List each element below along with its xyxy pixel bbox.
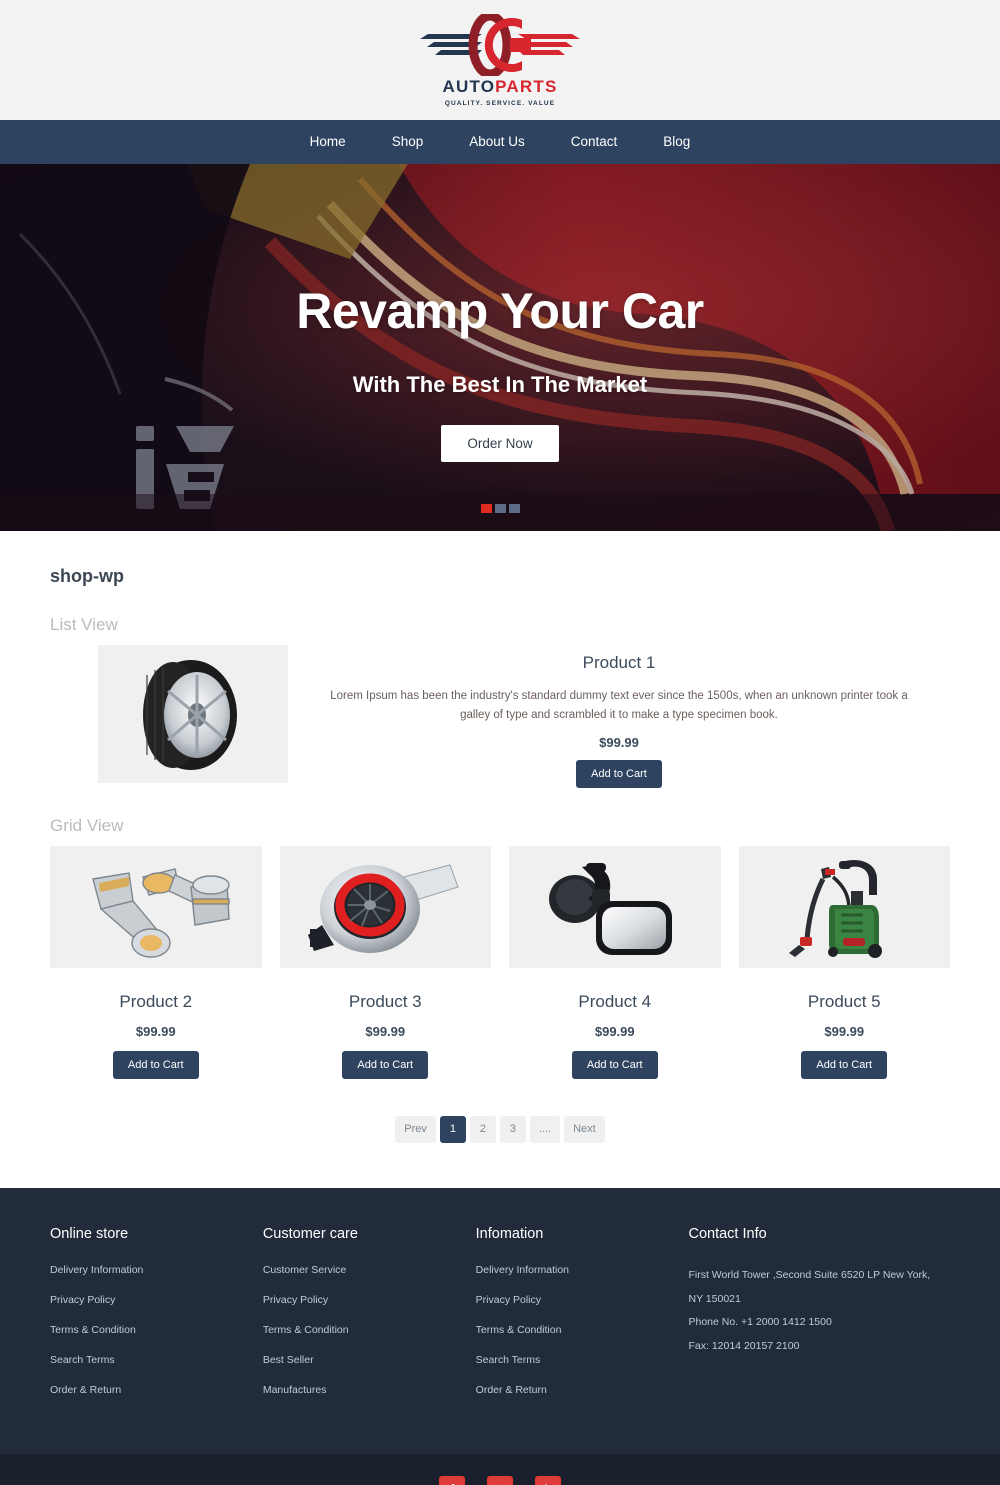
product-card: Product 5 $99.99 Add to Cart xyxy=(738,845,950,1079)
logo-title: AUTOPARTS xyxy=(442,77,557,97)
footer-link[interactable]: Privacy Policy xyxy=(263,1294,458,1306)
list-view-label: List View xyxy=(50,615,118,634)
product-description: Lorem Ipsum has been the industry's stan… xyxy=(330,690,908,721)
footer-column-title: Infomation xyxy=(475,1225,544,1242)
add-to-cart-button[interactable]: Add to Cart xyxy=(801,1050,888,1079)
auto-parts-wings-tire-logo-icon xyxy=(420,13,580,76)
page-title: shop-wp xyxy=(50,566,124,586)
footer-link[interactable]: Best Seller xyxy=(263,1354,458,1366)
footer-column-contact-info: Contact Info First World Tower ,Second S… xyxy=(688,1226,950,1414)
footer-link[interactable]: Manufactures xyxy=(263,1384,458,1396)
shop-main: shop-wp List View Product 1 Lorem Ipsum … xyxy=(0,531,1000,1188)
bottom-bar: WordPress Theme Designed With TemplateTo… xyxy=(0,1453,1000,1485)
footer-link[interactable]: Search Terms xyxy=(50,1354,245,1366)
contact-address: First World Tower ,Second Suite 6520 LP … xyxy=(688,1268,931,1305)
product-price: $99.99 xyxy=(599,734,639,750)
alloy-wheel-tyre-icon xyxy=(143,660,237,770)
contact-phone: Phone No. +1 2000 1412 1500 xyxy=(688,1316,832,1329)
pagination-page-3[interactable]: 3 xyxy=(499,1115,526,1143)
social-links xyxy=(0,1475,1000,1485)
add-to-cart-button[interactable]: Add to Cart xyxy=(342,1050,429,1079)
footer-link[interactable]: Privacy Policy xyxy=(476,1294,671,1306)
product-name: Product 2 xyxy=(119,991,193,1011)
product-price: $99.99 xyxy=(135,1023,176,1039)
product-image-4[interactable] xyxy=(509,845,721,968)
nav-item-home[interactable]: Home xyxy=(287,120,369,164)
twitter-icon[interactable] xyxy=(487,1475,513,1485)
product-card: Product 3 $99.99 Add to Cart xyxy=(279,845,491,1079)
footer-column-customer-care: Customer care Customer Service Privacy P… xyxy=(263,1226,476,1414)
hero-dot-2[interactable] xyxy=(494,504,506,513)
pagination: Prev 1 2 3 .... Next xyxy=(50,1115,950,1188)
hero-dot-3[interactable] xyxy=(508,504,520,513)
nav-item-shop[interactable]: Shop xyxy=(369,120,447,164)
pagination-next[interactable]: Next xyxy=(564,1115,605,1143)
footer-column-title: Customer care xyxy=(262,1225,358,1242)
blind-spot-mirror-icon xyxy=(548,862,672,955)
product-price: $99.99 xyxy=(824,1023,865,1039)
add-to-cart-button[interactable]: Add to Cart xyxy=(112,1050,199,1079)
hero-slider-dots xyxy=(0,504,1000,513)
pagination-prev[interactable]: Prev xyxy=(395,1115,436,1143)
footer-link[interactable]: Customer Service xyxy=(263,1264,458,1276)
product-image-3[interactable] xyxy=(279,845,491,968)
footer-column-title: Contact Info xyxy=(688,1225,767,1242)
site-footer: Online store Delivery Information Privac… xyxy=(0,1187,1000,1454)
piston-connecting-rods-icon xyxy=(91,868,230,958)
contact-fax: Fax: 12014 20157 2100 xyxy=(688,1339,800,1352)
turbocharger-icon xyxy=(308,864,459,953)
product-name: Product 4 xyxy=(578,991,652,1011)
footer-link[interactable]: Order & Return xyxy=(476,1384,671,1396)
grid-view-label: Grid View xyxy=(50,815,124,835)
product-price: $99.99 xyxy=(594,1023,635,1039)
pressure-washer-icon xyxy=(789,859,883,958)
product-name: Product 5 xyxy=(807,991,881,1011)
footer-link[interactable]: Terms & Condition xyxy=(50,1324,245,1336)
main-navigation: Home Shop About Us Contact Blog xyxy=(0,120,1000,164)
hero-subtitle: With The Best In The Market xyxy=(352,372,648,397)
footer-column-title: Online store xyxy=(50,1225,129,1242)
nav-item-contact[interactable]: Contact xyxy=(548,120,641,164)
pagination-page-1[interactable]: 1 xyxy=(439,1115,466,1143)
hero-dot-1[interactable] xyxy=(480,504,492,513)
footer-link[interactable]: Terms & Condition xyxy=(476,1324,671,1336)
site-logo[interactable]: AUTOPARTS QUALITY. SERVICE. VALUE xyxy=(410,13,590,107)
product-price: $99.99 xyxy=(365,1023,406,1039)
site-header: AUTOPARTS QUALITY. SERVICE. VALUE xyxy=(0,0,1000,120)
add-to-cart-button[interactable]: Add to Cart xyxy=(571,1050,658,1079)
footer-link[interactable]: Delivery Information xyxy=(50,1264,245,1276)
footer-link[interactable]: Order & Return xyxy=(50,1384,245,1396)
nav-item-about-us[interactable]: About Us xyxy=(446,120,548,164)
product-list-row: Product 1 Lorem Ipsum has been the indus… xyxy=(50,645,950,788)
footer-column-online-store: Online store Delivery Information Privac… xyxy=(50,1226,263,1414)
footer-link[interactable]: Privacy Policy xyxy=(50,1294,245,1306)
pagination-ellipsis[interactable]: .... xyxy=(529,1115,561,1143)
hero-title: Revamp Your Car xyxy=(296,283,704,339)
footer-link[interactable]: Terms & Condition xyxy=(263,1324,458,1336)
facebook-icon[interactable] xyxy=(439,1475,465,1485)
order-now-button[interactable]: Order Now xyxy=(441,425,559,462)
footer-link[interactable]: Delivery Information xyxy=(476,1264,671,1276)
product-name: Product 3 xyxy=(348,991,422,1011)
product-card: Product 2 $99.99 Add to Cart xyxy=(50,845,262,1079)
product-name: Product 1 xyxy=(582,653,656,672)
linkedin-icon[interactable] xyxy=(535,1475,561,1485)
hero-slider: Revamp Your Car With The Best In The Mar… xyxy=(0,164,1000,531)
product-image-1[interactable] xyxy=(98,645,288,783)
logo-title-parts: PARTS xyxy=(495,76,558,96)
logo-tagline: QUALITY. SERVICE. VALUE xyxy=(444,99,556,107)
product-image-5[interactable] xyxy=(738,845,950,968)
footer-link[interactable]: Search Terms xyxy=(476,1354,671,1366)
nav-item-blog[interactable]: Blog xyxy=(640,120,713,164)
pagination-page-2[interactable]: 2 xyxy=(469,1115,496,1143)
product-grid: Product 2 $99.99 Add to Cart Product 3 $… xyxy=(50,845,950,1079)
footer-column-infomation: Infomation Delivery Information Privacy … xyxy=(476,1226,689,1414)
add-to-cart-button[interactable]: Add to Cart xyxy=(576,759,662,788)
product-card: Product 4 $99.99 Add to Cart xyxy=(509,845,721,1079)
product-image-2[interactable] xyxy=(50,845,262,968)
logo-title-auto: AUTO xyxy=(442,76,496,96)
